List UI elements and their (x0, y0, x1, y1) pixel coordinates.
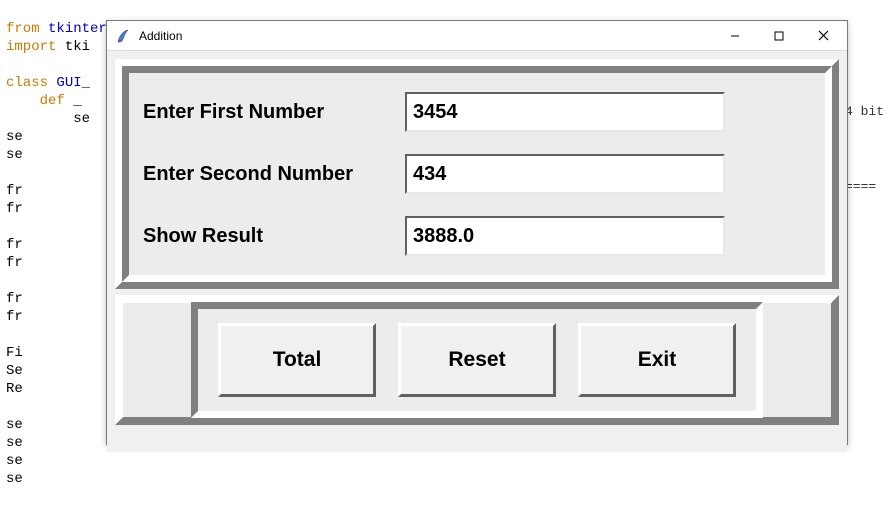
close-button[interactable] (801, 22, 845, 50)
row-first-number: Enter First Number (143, 85, 811, 139)
label-result: Show Result (143, 225, 405, 248)
button-frame: Total Reset Exit (115, 295, 839, 425)
console-fragment: 4 bit ==== (845, 0, 893, 194)
input-first-number[interactable] (405, 92, 725, 132)
input-second-number[interactable] (405, 154, 725, 194)
label-first-number: Enter First Number (143, 101, 405, 124)
reset-button[interactable]: Reset (398, 323, 556, 397)
row-second-number: Enter Second Number (143, 147, 811, 201)
tk-feather-icon (115, 28, 131, 44)
total-button[interactable]: Total (218, 323, 376, 397)
input-result[interactable] (405, 216, 725, 256)
label-second-number: Enter Second Number (143, 163, 405, 186)
minimize-button[interactable] (713, 22, 757, 50)
window-title: Addition (139, 29, 713, 43)
input-frame: Enter First Number Enter Second Number S… (115, 59, 839, 289)
maximize-button[interactable] (757, 22, 801, 50)
titlebar[interactable]: Addition (107, 21, 847, 51)
tk-window: Addition Enter First Number Enter Second… (106, 20, 848, 445)
row-result: Show Result (143, 209, 811, 263)
client-area: Enter First Number Enter Second Number S… (107, 59, 847, 452)
exit-button[interactable]: Exit (578, 323, 736, 397)
